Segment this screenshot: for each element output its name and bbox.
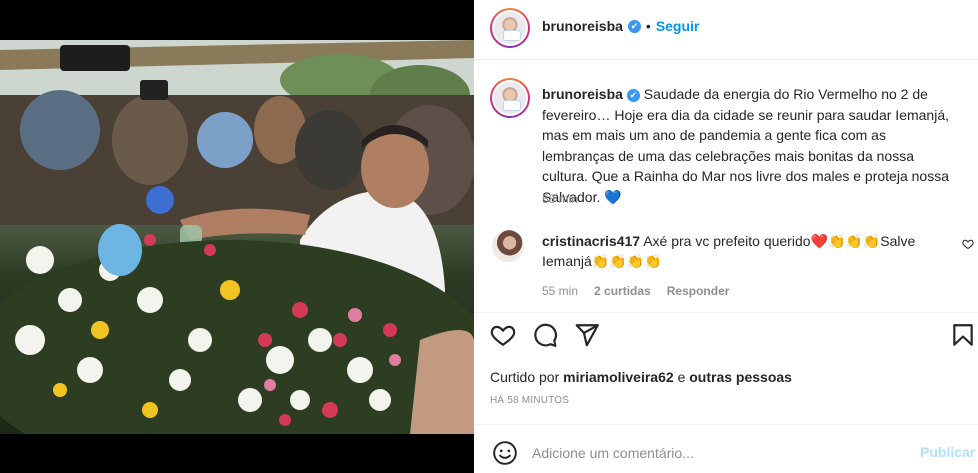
follow-button[interactable]: Seguir xyxy=(656,18,700,34)
verified-badge-icon: ✔ xyxy=(627,19,641,33)
blue-heart-emoji: 💙 xyxy=(604,188,622,205)
separator-dot: • xyxy=(645,18,651,34)
likes-user[interactable]: miriamoliveira62 xyxy=(563,369,674,385)
reply-button[interactable]: Responder xyxy=(667,284,730,298)
post-details-panel: brunoreisba ✔ • Seguir brunoreisba ✔ Saud… xyxy=(474,0,978,473)
like-comment-heart-icon[interactable] xyxy=(962,238,974,250)
heart-icon[interactable] xyxy=(490,322,516,348)
photo-illustration xyxy=(0,40,474,434)
comment-meta: 55 min 2 curtidas Responder xyxy=(542,284,729,298)
share-icon[interactable] xyxy=(574,322,600,348)
comment-emojis-1: ❤️👏👏👏 xyxy=(810,233,881,249)
publish-button[interactable]: Publicar xyxy=(920,444,975,460)
comment-input[interactable] xyxy=(532,441,892,465)
post-caption: brunoreisba ✔ Saudade da energia do Rio V… xyxy=(542,84,960,207)
comment-emojis-2: 👏👏👏👏 xyxy=(591,253,662,269)
caption-author-avatar[interactable] xyxy=(490,78,530,118)
author-username[interactable]: brunoreisba xyxy=(542,18,623,34)
comment-text-part-1: Axé pra vc prefeito querido xyxy=(643,233,811,249)
author-avatar[interactable] xyxy=(490,8,530,48)
comment-icon[interactable] xyxy=(532,322,558,348)
likes-middle: e xyxy=(677,369,686,385)
commenter-avatar[interactable] xyxy=(492,230,524,262)
comment-likes[interactable]: 2 curtidas xyxy=(594,284,651,298)
commenter-username[interactable]: cristinacris417 xyxy=(542,233,640,249)
post-photo[interactable] xyxy=(0,40,474,434)
post-time-ago[interactable]: HÁ 58 MINUTOS xyxy=(490,395,569,406)
likes-summary: Curtido por miriamoliveira62 e outras pe… xyxy=(490,369,792,385)
caption-verified-badge-icon: ✔ xyxy=(626,88,640,102)
bookmark-icon[interactable] xyxy=(950,322,976,348)
caption-username[interactable]: brunoreisba xyxy=(542,86,623,102)
caption-time[interactable]: 58 min xyxy=(542,192,578,206)
comment-time[interactable]: 55 min xyxy=(542,284,578,298)
header-user-line: brunoreisba ✔ • Seguir xyxy=(542,18,699,34)
post-header: brunoreisba ✔ • Seguir xyxy=(474,0,978,60)
emoji-icon[interactable] xyxy=(492,440,518,466)
comment: cristinacris417 Axé pra vc prefeito quer… xyxy=(542,231,952,271)
likes-others[interactable]: outras pessoas xyxy=(689,369,792,385)
likes-prefix: Curtido por xyxy=(490,369,560,385)
post-media xyxy=(0,0,474,473)
instagram-post-dialog: brunoreisba ✔ • Seguir brunoreisba ✔ Saud… xyxy=(0,0,978,473)
caption-body: Saudade da energia do Rio Vermelho no 2 … xyxy=(542,86,950,205)
